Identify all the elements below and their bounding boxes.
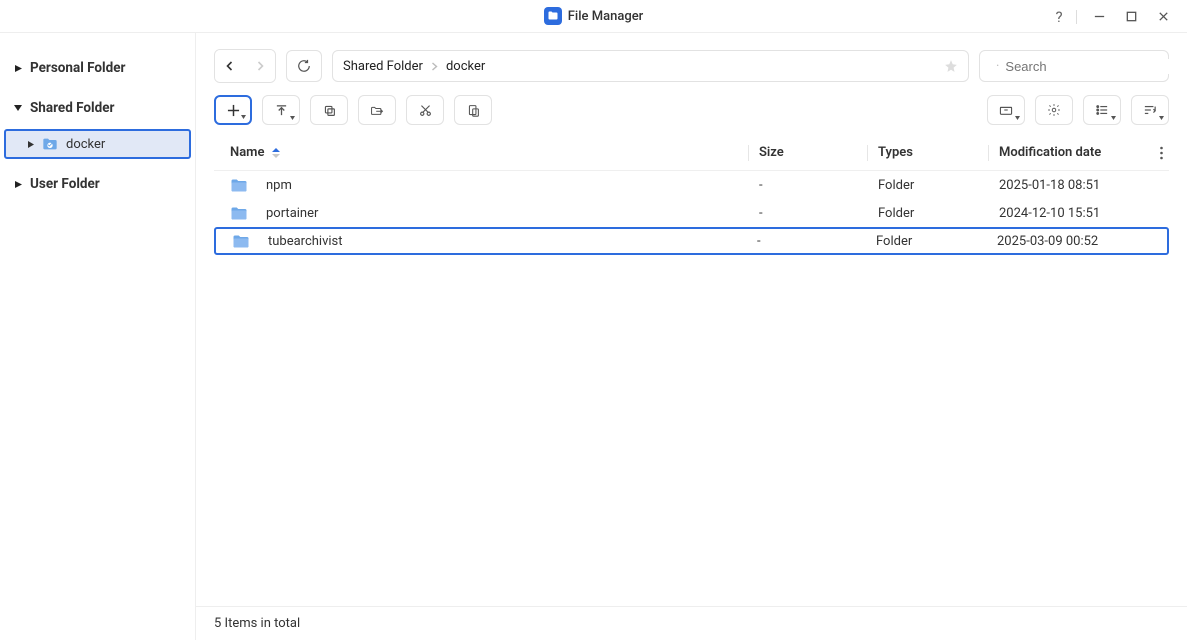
help-button[interactable]: ? xyxy=(1046,4,1072,30)
breadcrumb-bar[interactable]: Shared Folder docker xyxy=(332,50,969,82)
shared-folder-icon xyxy=(42,137,58,151)
search-input[interactable] xyxy=(1005,59,1181,74)
upload-button[interactable] xyxy=(262,95,300,125)
sidebar-item-docker[interactable]: docker xyxy=(4,129,191,159)
archive-button[interactable] xyxy=(987,95,1025,125)
sidebar-label: Shared Folder xyxy=(30,100,114,116)
table-row[interactable]: portainer -Folder 2024-12-10 15:51 xyxy=(214,199,1169,227)
breadcrumb-root[interactable]: Shared Folder xyxy=(343,59,423,74)
column-size[interactable]: Size xyxy=(759,145,867,160)
new-button[interactable] xyxy=(214,95,252,125)
sidebar-label: Personal Folder xyxy=(30,60,125,76)
file-modified: 2024-12-10 15:51 xyxy=(999,206,1169,221)
column-modification[interactable]: Modification date xyxy=(999,145,1169,160)
settings-button[interactable] xyxy=(1035,95,1073,125)
titlebar: File Manager ? xyxy=(0,0,1187,33)
file-table: Name Size Types Modification date npm-Fo… xyxy=(196,135,1187,606)
table-row[interactable]: tubearchivist -Folder 2025-03-09 00:52 xyxy=(214,227,1169,255)
paste-button[interactable] xyxy=(454,95,492,125)
caret-down-icon xyxy=(14,105,22,112)
sidebar: Personal Folder Shared Folder docker Use… xyxy=(0,33,196,640)
file-size: - xyxy=(757,234,865,249)
caret-down-icon xyxy=(290,116,295,120)
main-area: Shared Folder docker · xyxy=(196,33,1187,640)
sidebar-root-user[interactable]: User Folder xyxy=(0,169,195,199)
titlebar-title: File Manager xyxy=(544,7,644,25)
cut-button[interactable] xyxy=(406,95,444,125)
topbar: Shared Folder docker · xyxy=(196,33,1187,89)
caret-down-icon xyxy=(1015,116,1020,120)
file-name: portainer xyxy=(266,206,318,221)
file-type: Folder xyxy=(878,178,988,193)
sidebar-item-label: docker xyxy=(66,137,105,152)
caret-right-icon xyxy=(28,141,34,148)
sidebar-root-shared[interactable]: Shared Folder xyxy=(0,93,195,123)
breadcrumb-current[interactable]: docker xyxy=(446,59,485,74)
move-button[interactable] xyxy=(358,95,396,125)
app-icon xyxy=(544,7,562,25)
refresh-button[interactable] xyxy=(286,50,322,82)
copy-button[interactable] xyxy=(310,95,348,125)
folder-icon xyxy=(232,233,250,249)
sidebar-root-personal[interactable]: Personal Folder xyxy=(0,53,195,83)
search-box[interactable]: · xyxy=(979,50,1169,82)
column-name[interactable]: Name xyxy=(214,145,748,160)
maximize-button[interactable] xyxy=(1115,3,1147,31)
status-bar: 5 Items in total xyxy=(196,606,1187,640)
column-name-label: Name xyxy=(230,145,264,160)
file-modified: 2025-03-09 00:52 xyxy=(997,234,1167,249)
table-header: Name Size Types Modification date xyxy=(214,135,1169,171)
file-type: Folder xyxy=(876,234,986,249)
caret-right-icon xyxy=(14,181,22,188)
nav-back-forward xyxy=(214,49,276,83)
app-title: File Manager xyxy=(568,9,644,24)
folder-icon xyxy=(230,205,248,221)
column-menu-icon[interactable] xyxy=(1160,146,1163,159)
column-types[interactable]: Types xyxy=(878,145,988,160)
nav-back-button[interactable] xyxy=(215,50,245,82)
file-name: tubearchivist xyxy=(268,234,343,249)
caret-down-icon xyxy=(1111,116,1116,120)
table-row[interactable]: npm -Folder 2025-01-18 08:51 xyxy=(214,171,1169,199)
window-controls: ? xyxy=(1046,0,1179,33)
search-sep: · xyxy=(996,59,999,74)
file-type: Folder xyxy=(878,206,988,221)
view-mode-button[interactable] xyxy=(1083,95,1121,125)
nav-forward-button[interactable] xyxy=(245,50,275,82)
folder-icon xyxy=(230,177,248,193)
file-name: npm xyxy=(266,178,292,193)
sidebar-label: User Folder xyxy=(30,176,100,192)
caret-down-icon xyxy=(241,115,246,119)
chevron-right-icon xyxy=(431,62,438,71)
caret-right-icon xyxy=(14,65,22,72)
separator xyxy=(1076,10,1077,24)
status-text: 5 Items in total xyxy=(214,616,300,631)
file-modified: 2025-01-18 08:51 xyxy=(999,178,1169,193)
file-size: - xyxy=(759,206,867,221)
caret-down-icon xyxy=(1159,116,1164,120)
sort-button[interactable] xyxy=(1131,95,1169,125)
minimize-button[interactable] xyxy=(1083,3,1115,31)
favorite-star-icon[interactable] xyxy=(944,59,958,73)
file-size: - xyxy=(759,178,867,193)
sort-asc-icon xyxy=(272,148,280,158)
toolbar xyxy=(196,89,1187,135)
close-button[interactable] xyxy=(1147,3,1179,31)
